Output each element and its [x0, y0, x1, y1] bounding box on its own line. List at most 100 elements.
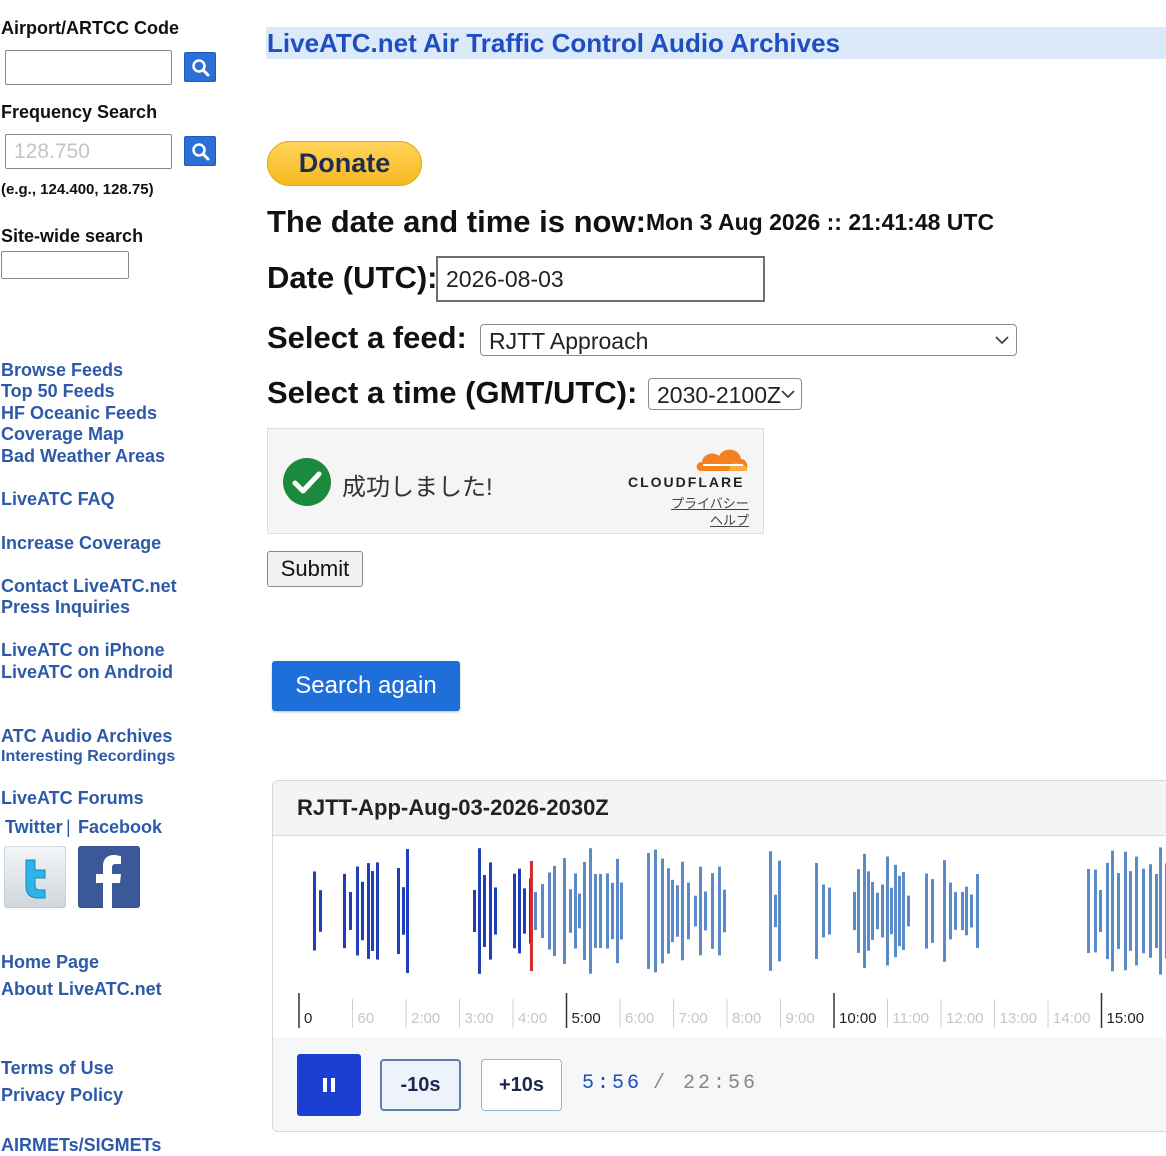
- search-again-button[interactable]: Search again: [272, 661, 460, 711]
- waveform-bar: [961, 891, 964, 931]
- current-datetime: Mon 3 Aug 2026 :: 21:41:48 UTC: [646, 209, 995, 235]
- waveform-bar: [1159, 847, 1162, 975]
- waveform-bar: [647, 853, 650, 969]
- airport-code-input[interactable]: [5, 50, 172, 85]
- search-icon: [192, 143, 210, 161]
- nav-coverage-map[interactable]: Coverage Map: [1, 424, 124, 445]
- feed-select[interactable]: RJTT Approach: [480, 324, 1017, 356]
- waveform-bar: [343, 873, 346, 949]
- timeline-tick-label: 7:00: [679, 1010, 708, 1027]
- waveform-bar: [871, 882, 874, 940]
- waveform-bar: [1155, 873, 1158, 949]
- waveform-bar: [661, 858, 664, 964]
- date-input[interactable]: [436, 256, 765, 302]
- waveform-bar: [867, 871, 870, 951]
- frequency-search-button[interactable]: [184, 136, 216, 166]
- submit-button[interactable]: Submit: [267, 551, 363, 587]
- waveform-bar: [376, 862, 379, 960]
- timeline-tick-label: 14:00: [1053, 1010, 1091, 1027]
- frequency-hint: (e.g., 124.400, 128.75): [1, 181, 154, 198]
- nav-bad-weather-areas[interactable]: Bad Weather Areas: [1, 446, 165, 467]
- frequency-input[interactable]: [5, 134, 172, 169]
- nav-atc-audio-archives[interactable]: ATC Audio Archives: [1, 726, 172, 747]
- timeline-tick-label: 12:00: [946, 1010, 984, 1027]
- captcha-help-link[interactable]: ヘルプ: [710, 510, 749, 529]
- page-title: LiveATC.net Air Traffic Control Audio Ar…: [267, 28, 841, 58]
- waveform-bar: [778, 860, 781, 962]
- waveform-bar: [704, 891, 707, 931]
- twitter-icon[interactable]: [4, 846, 66, 908]
- waveform-bar: [1135, 856, 1138, 966]
- waveform-bar: [857, 869, 860, 953]
- nav-about[interactable]: About LiveATC.net: [1, 979, 162, 1000]
- nav-liveatc-android[interactable]: LiveATC on Android: [1, 662, 173, 683]
- waveform-bars: [313, 847, 1166, 975]
- sitewide-search-input[interactable]: [1, 251, 129, 279]
- waveform-bar: [569, 889, 572, 933]
- waveform-bar: [774, 894, 777, 928]
- waveform-bar: [589, 848, 592, 974]
- feed-label: Select a feed:: [267, 320, 467, 355]
- waveform-bar: [1142, 868, 1145, 954]
- waveform-bar: [671, 879, 674, 943]
- nav-interesting-recordings[interactable]: Interesting Recordings: [1, 748, 175, 766]
- waveform-bar: [356, 866, 359, 956]
- facebook-icon[interactable]: [78, 846, 140, 908]
- current-time: 5:56: [582, 1072, 643, 1095]
- total-time: 22:56: [683, 1072, 759, 1095]
- nav-press-inquiries[interactable]: Press Inquiries: [1, 597, 130, 618]
- recording-title: RJTT-App-Aug-03-2026-2030Z: [297, 795, 609, 820]
- waveform-bar: [402, 887, 405, 935]
- waveform-bar: [574, 873, 577, 949]
- timeline-tick-label: 5:00: [572, 1010, 601, 1027]
- donate-button[interactable]: Donate: [267, 141, 422, 186]
- nav-airmets-sigmets[interactable]: AIRMETs/SIGMETs: [1, 1135, 161, 1156]
- nav-terms-of-use[interactable]: Terms of Use: [1, 1058, 114, 1079]
- nav-hf-oceanic-feeds[interactable]: HF Oceanic Feeds: [1, 403, 157, 424]
- waveform-bar: [694, 895, 697, 927]
- waveform-bar: [1129, 871, 1132, 951]
- nav-top-50-feeds[interactable]: Top 50 Feeds: [1, 381, 115, 402]
- waveform-bar: [367, 863, 370, 959]
- captcha-widget: 成功しました! CLOUDFLARE プライバシー ヘルプ: [267, 428, 764, 534]
- waveform-bar: [1087, 869, 1090, 953]
- waveform-bar: [890, 887, 893, 935]
- waveform-bar: [723, 889, 726, 933]
- chevron-down-icon: [781, 390, 795, 399]
- airport-search-button[interactable]: [184, 52, 216, 82]
- nav-liveatc-faq[interactable]: LiveATC FAQ: [1, 489, 115, 510]
- waveform-bar: [1149, 864, 1152, 958]
- waveform-bar: [876, 892, 879, 930]
- nav-contact[interactable]: Contact LiveATC.net: [1, 576, 177, 597]
- waveform-bar: [620, 882, 623, 940]
- chevron-down-icon: [995, 336, 1009, 345]
- skip-forward-button[interactable]: +10s: [481, 1059, 562, 1111]
- waveform-bar: [949, 882, 952, 940]
- search-icon: [192, 59, 210, 77]
- nav-liveatc-forums[interactable]: LiveATC Forums: [1, 788, 144, 809]
- waveform-bar: [907, 895, 910, 927]
- nav-liveatc-iphone[interactable]: LiveATC on iPhone: [1, 640, 165, 661]
- nav-privacy-policy[interactable]: Privacy Policy: [1, 1085, 123, 1106]
- nav-browse-feeds[interactable]: Browse Feeds: [1, 360, 123, 381]
- player-controls: -10s +10s 5:56 / 22:56: [273, 1037, 1166, 1131]
- waveform-bar: [1117, 873, 1120, 949]
- timeline-tick-label: 6:00: [625, 1010, 654, 1027]
- waveform-bar: [822, 884, 825, 938]
- waveform-bar: [902, 872, 905, 950]
- nav-twitter[interactable]: Twitter: [5, 817, 63, 838]
- waveform-bar: [769, 851, 772, 971]
- waveform-bar: [583, 861, 586, 961]
- time-select[interactable]: 2030-2100Z: [648, 378, 802, 410]
- date-label: Date (UTC):: [267, 260, 438, 295]
- nav-increase-coverage[interactable]: Increase Coverage: [1, 533, 161, 554]
- timeline-tick-label: 0: [304, 1010, 312, 1027]
- nav-home-page[interactable]: Home Page: [1, 952, 99, 973]
- pause-button[interactable]: [297, 1054, 361, 1116]
- waveform-bar: [553, 865, 556, 957]
- skip-back-button[interactable]: -10s: [380, 1059, 461, 1111]
- check-circle-icon[interactable]: [282, 457, 332, 507]
- nav-facebook[interactable]: Facebook: [78, 817, 162, 838]
- waveform-timeline[interactable]: 0 60 2:00 3:00 4:00 5:00 6:00 7:00 8:00 9:00 10:00…: [273, 841, 1166, 1033]
- waveform-bar: [654, 849, 657, 973]
